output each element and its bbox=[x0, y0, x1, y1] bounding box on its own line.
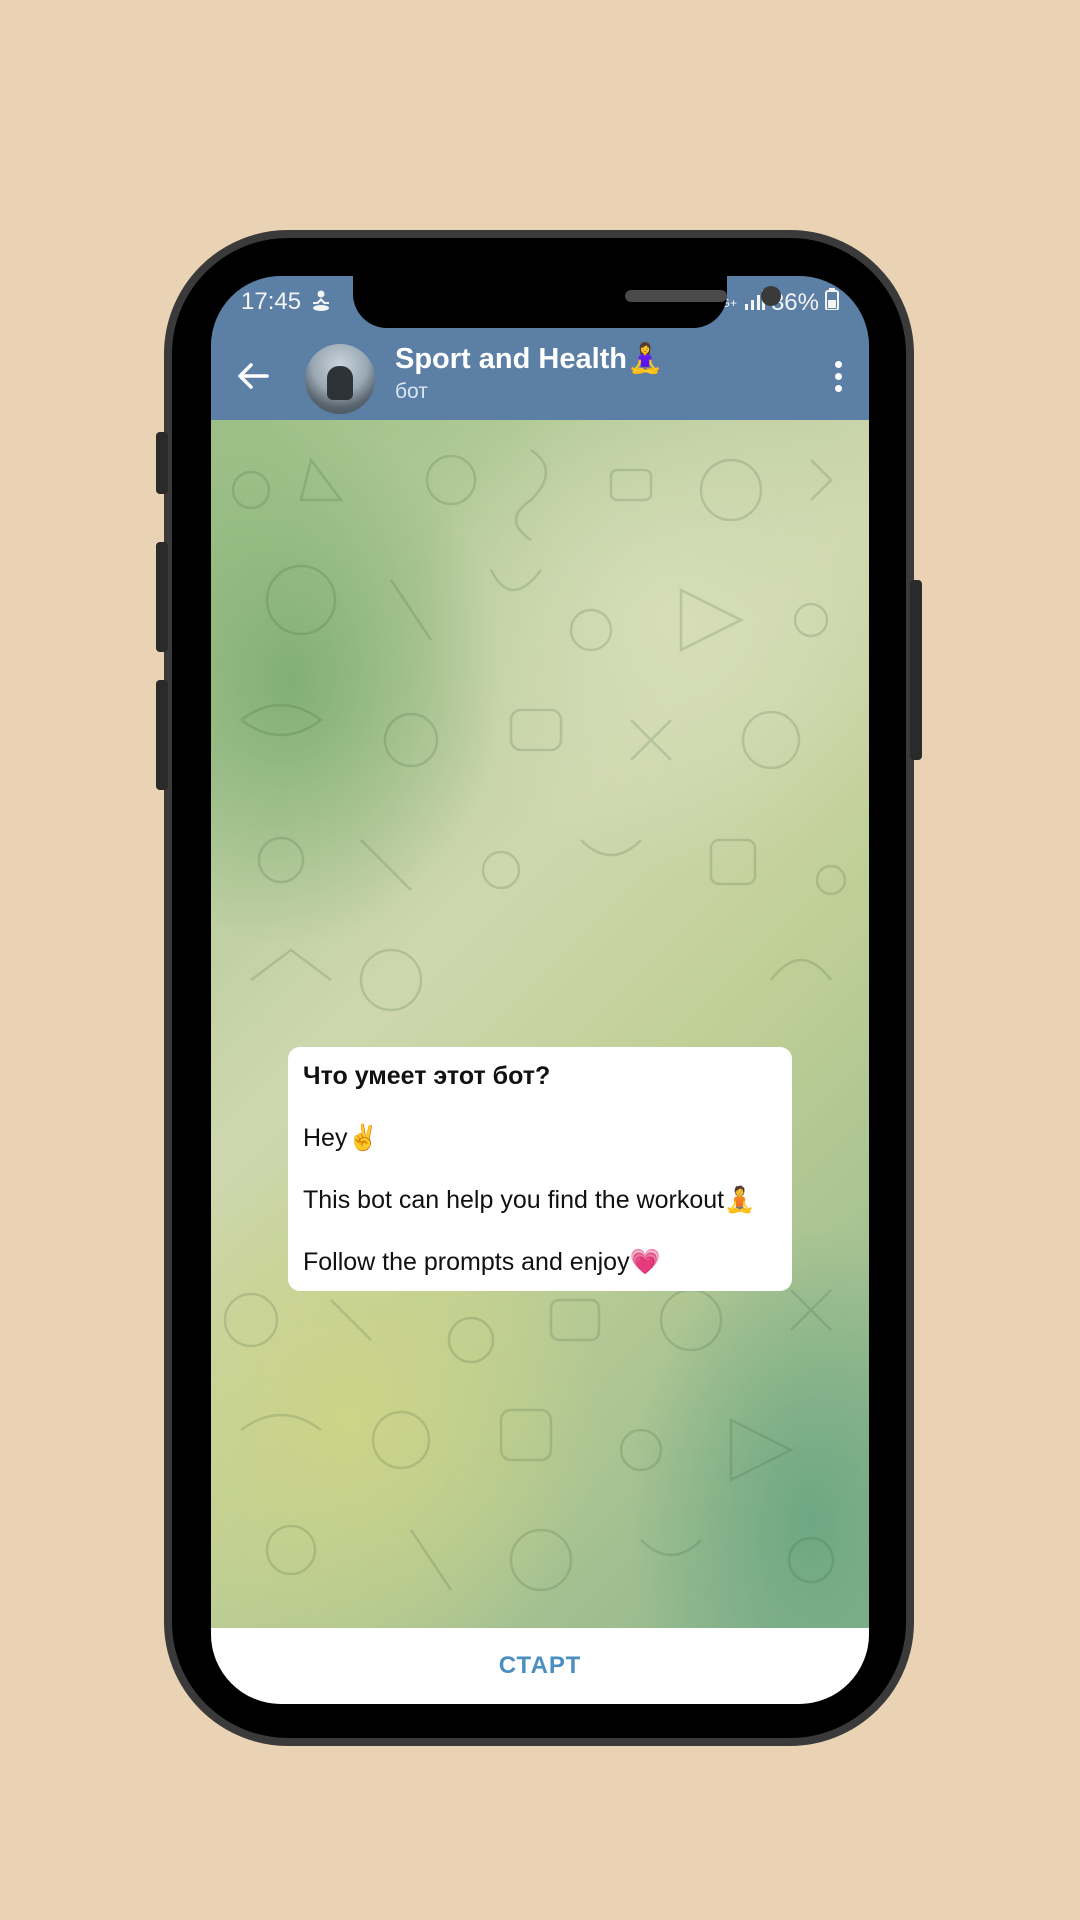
battery-icon bbox=[825, 288, 839, 317]
chat-subtitle: бот bbox=[395, 380, 428, 403]
status-time: 17:45 bbox=[241, 288, 302, 315]
bot-description-title: Что умеет этот бот? bbox=[303, 1062, 551, 1090]
back-button[interactable] bbox=[227, 350, 279, 402]
more-vertical-icon-dot bbox=[834, 384, 842, 392]
volume-down-button bbox=[156, 680, 168, 790]
chat-header: Sport and Health🧘‍♀️ бот bbox=[211, 332, 869, 420]
chat-background: Что умеет этот бот? Hey✌️ This bot can h… bbox=[211, 420, 869, 1628]
more-vertical-icon-dot bbox=[834, 360, 842, 368]
chat-title[interactable]: Sport and Health🧘‍♀️ bbox=[395, 342, 663, 376]
doodle-wallpaper bbox=[223, 448, 847, 1592]
bottom-bar: СТАРТ bbox=[211, 1628, 869, 1704]
more-menu-button[interactable] bbox=[823, 352, 853, 400]
start-button[interactable]: СТАРТ bbox=[499, 1652, 582, 1680]
avatar-figure bbox=[327, 366, 353, 400]
power-button bbox=[910, 580, 922, 760]
earpiece-speaker bbox=[625, 290, 727, 302]
volume-up-button bbox=[156, 542, 168, 652]
message-line: Hey✌️ bbox=[303, 1124, 379, 1152]
message-line: This bot can help you find the workout🧘 bbox=[303, 1186, 756, 1214]
phone-screen: 17:45 4G+ 36% bbox=[211, 276, 869, 1704]
avatar[interactable] bbox=[305, 344, 375, 414]
yoga-icon bbox=[311, 290, 331, 312]
mute-switch bbox=[156, 432, 168, 494]
front-camera bbox=[761, 286, 781, 306]
bot-description-bubble: Что умеет этот бот? Hey✌️ This bot can h… bbox=[288, 1047, 792, 1291]
arrow-left-icon bbox=[238, 363, 269, 389]
message-line: Follow the prompts and enjoy💗 bbox=[303, 1248, 661, 1276]
camera-notch bbox=[353, 276, 781, 328]
more-vertical-icon-dot bbox=[834, 372, 842, 380]
